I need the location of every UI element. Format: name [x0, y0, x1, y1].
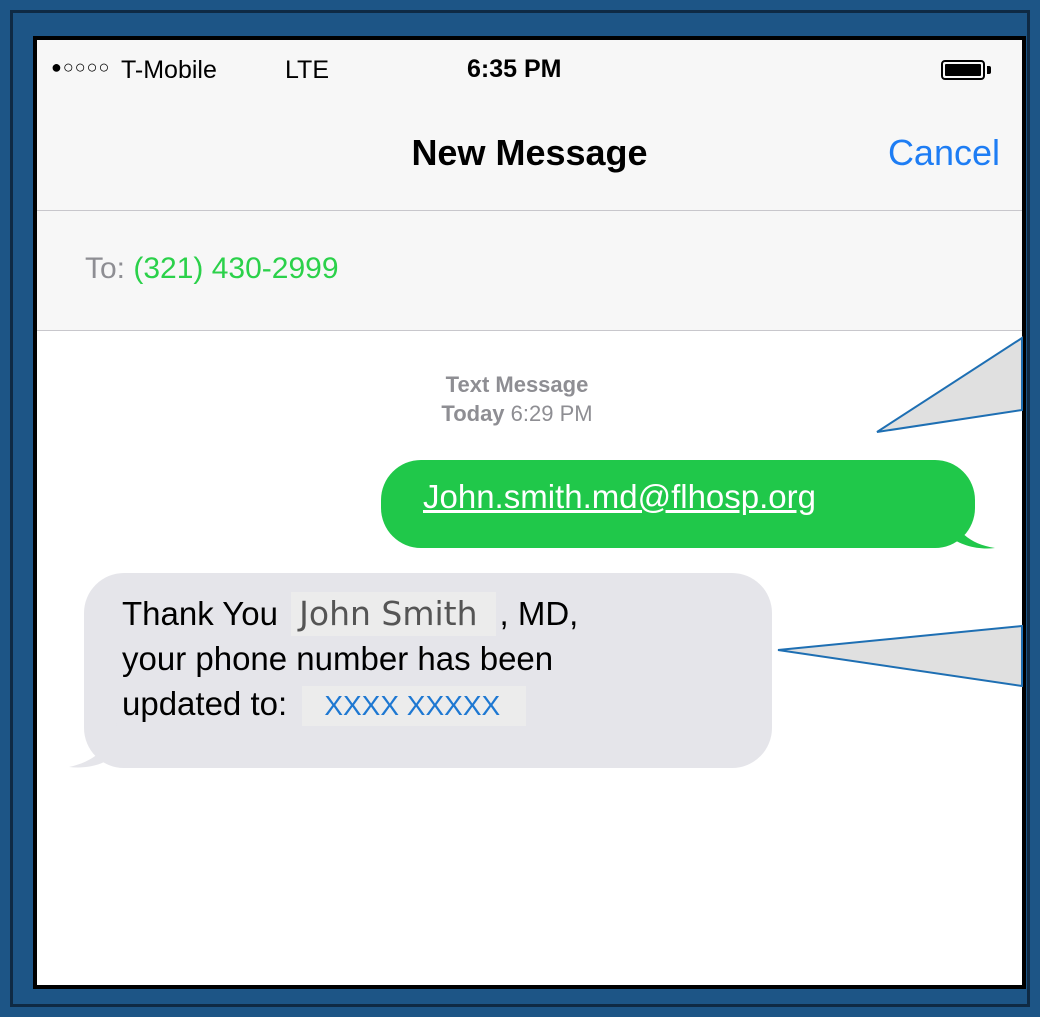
thread-day: Today [441, 401, 505, 426]
cancel-button[interactable]: Cancel [888, 132, 1000, 174]
thread-time: 6:29 PM [510, 401, 593, 426]
received-message-bubble: Thank You John Smith, MD, your phone num… [84, 573, 772, 768]
to-divider [37, 330, 1022, 331]
thread-date-line: Today 6:29 PM [397, 399, 637, 428]
recipient-name-redacted: John Smith [291, 592, 496, 636]
received-line-1: Thank You John Smith, MD, [122, 591, 772, 636]
received-suffix: , MD, [499, 595, 579, 632]
to-label: To: [85, 252, 134, 285]
email-link[interactable]: John.smith.md@flhosp.org [423, 478, 816, 515]
nav-divider [37, 210, 1022, 211]
sent-bubble-tail [949, 510, 995, 549]
thread-type-label: Text Message [445, 372, 589, 397]
phone-screen: ●○○○○ T-Mobile LTE 6:35 PM New Message C… [33, 36, 1026, 989]
status-bar: ●○○○○ T-Mobile LTE 6:35 PM [37, 40, 1022, 100]
phone-number-redacted: XXXX XXXXX [302, 686, 527, 726]
received-prefix: Thank You [122, 595, 288, 632]
network-type: LTE [285, 56, 329, 84]
status-time: 6:35 PM [467, 55, 562, 83]
thread-timestamp: Text Message Today 6:29 PM [397, 370, 637, 428]
sent-message-bubble[interactable]: John.smith.md@flhosp.org [381, 460, 975, 548]
received-bubble-tail [69, 723, 117, 768]
to-field[interactable]: To: (321) 430-2999 [85, 252, 339, 286]
page-title: New Message [411, 132, 648, 173]
received-line-3: updated to: XXXX XXXXX [122, 681, 772, 726]
battery-tip [987, 66, 991, 74]
carrier-label: T-Mobile [121, 56, 217, 84]
signal-strength-icon: ●○○○○ [51, 57, 111, 77]
battery-icon [941, 60, 985, 80]
recipient-number[interactable]: (321) 430-2999 [133, 252, 338, 285]
received-line-3-prefix: updated to: [122, 685, 297, 722]
received-line-2: your phone number has been [122, 640, 554, 677]
